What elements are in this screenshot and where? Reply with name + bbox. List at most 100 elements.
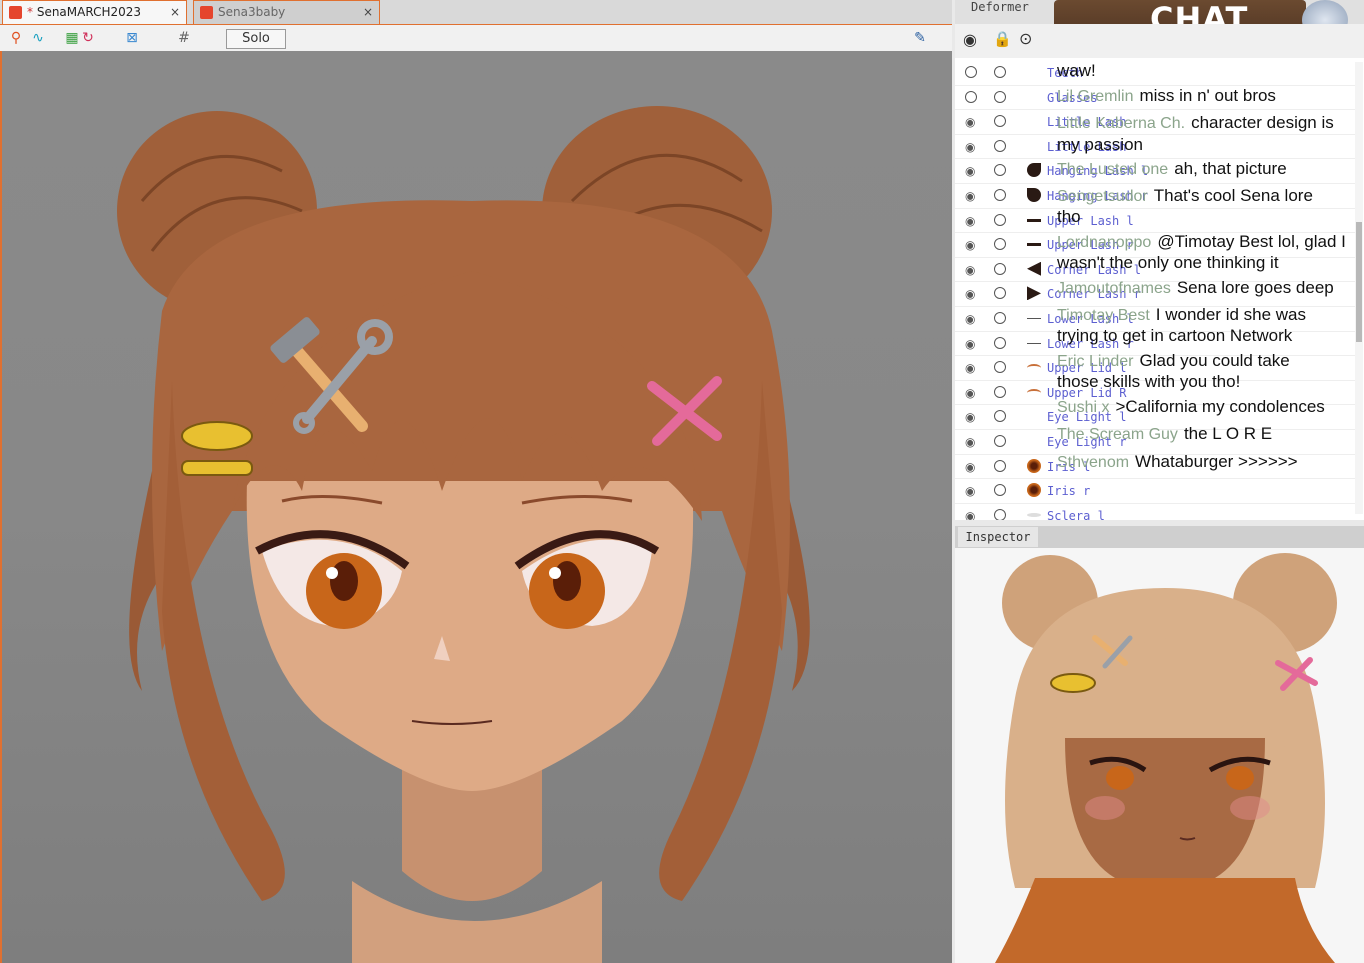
model-canvas[interactable] — [0, 51, 952, 963]
eye-icon[interactable]: ◉ — [965, 238, 975, 252]
eye-icon[interactable]: ◉ — [965, 189, 975, 203]
chat-message: The Scream Guy the L O R E — [1057, 423, 1272, 445]
lock-toggle[interactable] — [994, 66, 1006, 78]
chat-message: Eric Linder Glad you could take — [1057, 350, 1290, 372]
chat-text: @Timotay Best lol, glad I — [1157, 232, 1346, 251]
lock-toggle[interactable] — [994, 435, 1006, 447]
eye-icon[interactable]: ◉ — [965, 509, 975, 520]
chat-username: Jamoutofnames — [1057, 280, 1171, 297]
lock-toggle[interactable] — [994, 287, 1006, 300]
mesh-edit-icon[interactable]: ⚲ — [8, 30, 24, 46]
chat-text: Whataburger >>>>>> — [1135, 452, 1298, 471]
layer-row[interactable]: ◉ Upper Lash l — [955, 208, 1355, 234]
lock-toggle[interactable] — [994, 459, 1006, 472]
tab-label: Sena3baby — [218, 5, 286, 19]
close-icon[interactable]: × — [170, 1, 180, 23]
chat-text: tho — [1057, 207, 1081, 226]
character-illustration — [117, 106, 810, 963]
eye-icon[interactable]: ◉ — [965, 386, 975, 400]
layer-thumbnail — [1027, 388, 1041, 397]
chat-username: Lil Gremlin — [1057, 88, 1134, 105]
layer-thumbnail — [1027, 318, 1041, 319]
chat-message: Timotay Best I wonder id she was — [1057, 304, 1306, 326]
chat-text: waw! — [1057, 61, 1096, 80]
canvas-toolbar: ⚲ ∿ ▦ ↻ ⊠ # Solo ✎ — [0, 25, 952, 52]
layer-row[interactable]: ◉ Iris r — [955, 478, 1355, 504]
layer-row[interactable]: ◉ Little Lash — [955, 134, 1355, 160]
avatar-illustration — [995, 553, 1337, 963]
eye-icon[interactable]: ◉ — [965, 214, 975, 228]
layer-thumbnail — [1027, 483, 1041, 498]
chat-message: Sengetsudor That's cool Sena lore — [1057, 185, 1313, 207]
eye-icon[interactable]: ◉ — [965, 361, 975, 375]
chat-message: Sthvenom Whataburger >>>>>> — [1057, 451, 1298, 473]
lock-toggle[interactable] — [994, 385, 1006, 398]
scrollbar-thumb[interactable] — [1356, 222, 1362, 342]
tab-sena3baby[interactable]: Sena3baby × — [193, 0, 380, 24]
layer-thumbnail — [1027, 188, 1041, 202]
lock-toggle[interactable] — [994, 361, 1006, 374]
layer-row[interactable]: Teeth — [955, 60, 1355, 86]
tab-inspector[interactable]: Inspector — [958, 527, 1038, 547]
chat-text: the L O R E — [1183, 424, 1273, 443]
eye-icon[interactable]: ◉ — [965, 484, 975, 498]
visibility-toggle[interactable] — [965, 90, 977, 103]
lock-toggle[interactable] — [994, 164, 1006, 177]
fit-view-icon[interactable]: ⊠ — [124, 30, 140, 46]
chat-text: >California my condolences — [1115, 397, 1325, 416]
eye-icon[interactable]: ◉ — [965, 312, 975, 326]
solo-button[interactable]: Solo — [226, 29, 286, 49]
file-icon — [9, 6, 22, 19]
layer-row[interactable]: ◉ Sclera l — [955, 503, 1355, 520]
rotate-icon[interactable]: ↻ — [80, 30, 96, 46]
lock-toggle[interactable] — [994, 508, 1006, 520]
arrow-right-icon[interactable]: ⊙ — [1019, 29, 1032, 48]
lock-toggle[interactable] — [994, 238, 1006, 251]
chat-text: trying to get in cartoon Network — [1057, 326, 1293, 345]
chat-username: Little Kaberna Ch. — [1057, 115, 1186, 132]
eye-icon[interactable]: ◉ — [965, 410, 975, 424]
chat-username: The Lusted one — [1057, 161, 1169, 178]
chat-username: Sengetsudor — [1057, 188, 1148, 205]
lock-icon[interactable]: 🔒 — [993, 30, 1012, 48]
grid-icon[interactable]: # — [176, 30, 192, 46]
grid-color-icon[interactable]: ▦ — [64, 30, 80, 46]
eye-icon[interactable]: ◉ — [965, 287, 975, 301]
deformer-title: Deformer — [971, 0, 1029, 14]
close-icon[interactable]: × — [363, 1, 373, 23]
lock-toggle[interactable] — [994, 115, 1006, 128]
chat-message: Sushi x >California my condolences — [1057, 396, 1325, 418]
eye-icon[interactable]: ◉ — [965, 337, 975, 351]
eye-icon[interactable]: ◉ — [965, 140, 975, 154]
visibility-toggle[interactable] — [965, 66, 977, 78]
eye-icon[interactable]: ◉ — [965, 263, 975, 277]
chat-username: Sushi x — [1057, 399, 1110, 416]
layer-thumbnail — [1027, 364, 1041, 372]
chat-username: Sthvenom — [1057, 454, 1130, 471]
eye-icon[interactable]: ◉ — [965, 460, 975, 474]
tab-bar: * SenaMARCH2023 × Sena3baby × — [0, 0, 952, 25]
lock-toggle[interactable] — [994, 336, 1006, 349]
eye-icon[interactable]: ◉ — [965, 115, 975, 129]
eye-icon[interactable]: ◉ — [963, 30, 977, 49]
chat-message: Lil Gremlin miss in n' out bros — [1057, 85, 1276, 107]
layer-name: Sclera l — [1047, 508, 1105, 520]
chat-text: wasn't the only one thinking it — [1057, 253, 1279, 272]
curve-icon[interactable]: ∿ — [30, 30, 46, 46]
pin-icon[interactable]: ✎ — [912, 30, 928, 46]
chat-message: my passion — [1057, 134, 1143, 155]
chat-message: Little Kaberna Ch. character design is — [1057, 112, 1334, 134]
lock-toggle[interactable] — [994, 90, 1006, 103]
lock-toggle[interactable] — [994, 139, 1006, 152]
lock-toggle[interactable] — [994, 262, 1006, 275]
lock-toggle[interactable] — [994, 484, 1006, 497]
chat-message: The Lusted one ah, that picture — [1057, 158, 1287, 180]
lock-toggle[interactable] — [994, 312, 1006, 324]
eye-icon[interactable]: ◉ — [965, 435, 975, 449]
layer-name: Iris r — [1047, 484, 1091, 499]
eye-icon[interactable]: ◉ — [965, 164, 975, 178]
lock-toggle[interactable] — [994, 189, 1006, 201]
lock-toggle[interactable] — [994, 213, 1006, 226]
tab-senamarch2023[interactable]: * SenaMARCH2023 × — [2, 0, 187, 24]
lock-toggle[interactable] — [994, 410, 1006, 423]
